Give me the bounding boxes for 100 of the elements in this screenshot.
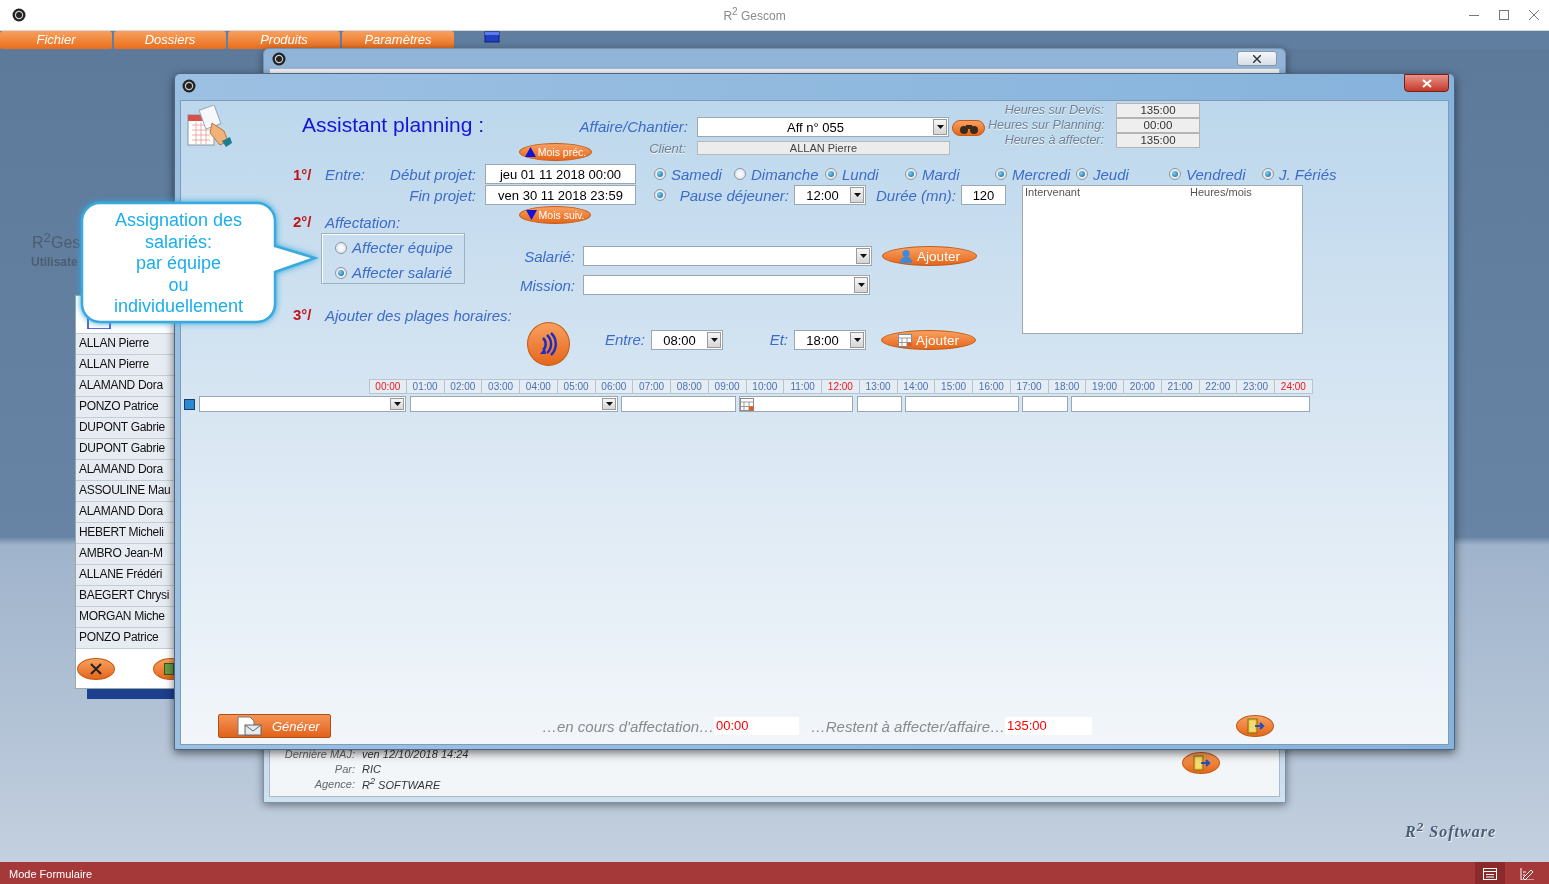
list-item[interactable]: PONZO Patrice bbox=[76, 627, 174, 648]
radio-button[interactable] bbox=[905, 168, 917, 180]
dropdown-field[interactable] bbox=[410, 396, 618, 412]
lookup-button[interactable] bbox=[952, 120, 985, 136]
list-item[interactable]: ALAMAND Dora bbox=[76, 501, 174, 522]
caret-icon bbox=[392, 400, 402, 408]
maximize-icon bbox=[1499, 9, 1509, 20]
caret-icon bbox=[858, 252, 868, 260]
option-label: Affecter salarié bbox=[352, 264, 453, 281]
list-item[interactable]: AMBRO Jean-M bbox=[76, 543, 174, 564]
hour-header: 01:00 bbox=[406, 379, 445, 394]
radio-button[interactable] bbox=[825, 168, 837, 180]
window-title: R$^{2}$ Gescom bbox=[722, 6, 787, 23]
hour-header: 24:00 bbox=[1275, 379, 1313, 394]
field-label: Pause déjeuner: bbox=[678, 186, 789, 204]
dropdown-field[interactable]: Aff n° 055 bbox=[697, 117, 949, 137]
hour-header: 23:00 bbox=[1237, 379, 1275, 394]
radio-button[interactable] bbox=[1076, 168, 1088, 180]
step-number: 1°/ bbox=[293, 165, 313, 183]
hours-value: 135:00 bbox=[1116, 103, 1200, 118]
text-field[interactable] bbox=[621, 396, 736, 412]
option-label: Affecter équipe bbox=[352, 239, 453, 256]
exit-icon bbox=[1191, 754, 1211, 772]
radio-button[interactable] bbox=[654, 189, 666, 201]
delete-button[interactable] bbox=[77, 658, 115, 680]
radio-button[interactable] bbox=[1169, 168, 1181, 180]
hour-header: 21:00 bbox=[1161, 379, 1200, 394]
field-label: Par: bbox=[333, 762, 355, 775]
list-item[interactable]: DUPONT Gabrie bbox=[76, 438, 174, 459]
field-label: Fin projet: bbox=[408, 186, 476, 204]
app-logo-icon bbox=[12, 7, 26, 22]
document-icon bbox=[234, 716, 262, 736]
dropdown-field[interactable] bbox=[583, 246, 872, 266]
status-text: Mode Formulaire bbox=[8, 867, 94, 880]
day-label: Mardi bbox=[922, 165, 960, 183]
list-item[interactable]: HEBERT Micheli bbox=[76, 522, 174, 543]
exit-icon bbox=[1245, 717, 1265, 735]
field-label: Entre: bbox=[325, 165, 367, 183]
field-value: RIC bbox=[362, 762, 381, 775]
field-label: Heures à affecter: bbox=[1003, 133, 1104, 148]
exit-button[interactable] bbox=[1236, 715, 1274, 737]
list-item[interactable]: ASSOULINE Mau bbox=[76, 480, 174, 501]
field-label: Ajouter des plages horaires: bbox=[325, 307, 513, 324]
hour-header: 14:00 bbox=[897, 379, 936, 394]
text-field[interactable] bbox=[857, 396, 902, 412]
text-field[interactable] bbox=[1071, 396, 1310, 412]
caret-icon bbox=[709, 336, 719, 344]
view-button[interactable] bbox=[1475, 862, 1505, 884]
dropdown-field[interactable] bbox=[583, 275, 870, 295]
callout-text: Assignation des salariés: par équipe ou individuellement bbox=[112, 210, 245, 318]
hour-header: 06:00 bbox=[595, 379, 634, 394]
person-icon bbox=[899, 249, 914, 263]
hour-header: 15:00 bbox=[935, 379, 973, 394]
day-label: Mercredi bbox=[1012, 165, 1071, 183]
day-label: Jeudi bbox=[1093, 165, 1129, 183]
radio-button[interactable] bbox=[995, 168, 1007, 180]
hour-header: 02:00 bbox=[444, 379, 483, 394]
hour-header: 07:00 bbox=[633, 379, 671, 394]
radio-button[interactable] bbox=[1262, 168, 1274, 180]
radio-button[interactable] bbox=[335, 266, 347, 279]
list-item[interactable]: ALAMAND Dora bbox=[76, 459, 174, 480]
text-field[interactable] bbox=[1022, 396, 1068, 412]
dropdown-field[interactable] bbox=[199, 396, 406, 412]
dropdown-field[interactable]: 08:00 bbox=[651, 330, 723, 350]
hour-header: 19:00 bbox=[1086, 379, 1124, 394]
duration-field[interactable]: 120 bbox=[961, 185, 1006, 205]
list-item[interactable]: DUPONT Gabrie bbox=[76, 417, 174, 438]
hour-header: 09:00 bbox=[708, 379, 747, 394]
close-button[interactable] bbox=[1237, 51, 1277, 66]
field-label: Mission: bbox=[519, 276, 575, 294]
radio-button[interactable] bbox=[335, 241, 347, 254]
close-button[interactable] bbox=[1404, 74, 1449, 92]
dropdown-field[interactable]: 12:00 bbox=[794, 185, 866, 205]
list-item[interactable]: ALAMAND Dora bbox=[76, 375, 174, 396]
list-item[interactable]: ALLANE Frédéri bbox=[76, 564, 174, 585]
date-field[interactable] bbox=[739, 396, 853, 412]
dropdown-field[interactable]: 18:00 bbox=[794, 330, 866, 350]
radio-button[interactable] bbox=[654, 168, 666, 180]
cross-icon bbox=[90, 663, 102, 675]
exit-button[interactable] bbox=[1182, 752, 1220, 774]
date-field[interactable]: ven 30 11 2018 23:59 bbox=[485, 185, 636, 205]
date-field[interactable]: jeu 01 11 2018 00:00 bbox=[485, 164, 636, 184]
field-label: Et: bbox=[768, 331, 788, 348]
field-value: R$^{2}$ SOFTWARE bbox=[362, 776, 441, 791]
list-item[interactable]: MORGAN Miche bbox=[76, 606, 174, 627]
app-logo-icon bbox=[182, 78, 196, 93]
design-view-icon bbox=[1520, 867, 1534, 880]
step-number: 2°/ bbox=[293, 213, 313, 230]
text-field[interactable] bbox=[905, 396, 1019, 412]
column-header: Intervenant bbox=[1025, 186, 1081, 198]
hour-header: 00:00 bbox=[369, 379, 407, 394]
list-item[interactable]: PONZO Patrice bbox=[76, 396, 174, 417]
action-button[interactable] bbox=[527, 322, 570, 366]
list-item[interactable]: ALLAN Pierre bbox=[76, 333, 174, 354]
field-value: ven 12/10/2018 14:24 bbox=[362, 747, 469, 760]
day-label: J. Fériés bbox=[1279, 165, 1337, 183]
hour-header: 12:00 bbox=[822, 379, 860, 394]
list-item[interactable]: ALLAN Pierre bbox=[76, 354, 174, 375]
list-item[interactable]: BAEGERT Chrysi bbox=[76, 585, 174, 606]
radio-button[interactable] bbox=[734, 168, 746, 180]
